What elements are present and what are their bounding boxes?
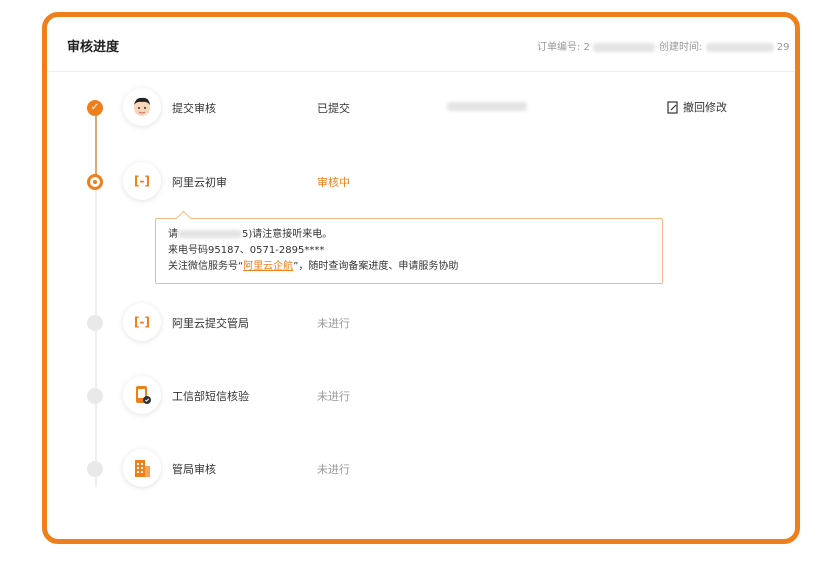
step-status: 审核中 <box>317 176 350 189</box>
notice-line3-suffix: ”，随时查询备案进度、申请服务协助 <box>293 261 459 272</box>
created-time: 创建时间: 29 <box>659 38 789 53</box>
step-status: 未进行 <box>317 390 350 403</box>
wechat-service-link[interactable]: 阿里云企航 <box>243 261 293 272</box>
aliyun-logo-icon: [-] <box>123 303 161 341</box>
step-name: 阿里云初审 <box>172 176 227 189</box>
step-current-icon <box>87 174 103 190</box>
notice-line-3: 关注微信服务号“阿里云企航”，随时查询备案进度、申请服务协助 <box>168 259 650 275</box>
edit-icon <box>667 100 678 114</box>
step-name: 阿里云提交管局 <box>172 317 249 330</box>
created-time-tail: 29 <box>776 42 790 53</box>
sms-verify-icon <box>123 376 161 414</box>
redacted-phone <box>178 230 242 238</box>
redacted-info <box>447 102 527 111</box>
step-done-check-icon: ✓ <box>87 100 103 116</box>
step-submit-review: ✓ 提交审核 已提交 撤回修改 <box>47 88 795 128</box>
step-status: 未进行 <box>317 463 350 476</box>
notice-line-2: 来电号码95187、0571-2895**** <box>168 245 325 256</box>
step-pending-icon <box>87 388 103 404</box>
step-miit-sms-verify: 工信部短信核验 未进行 <box>47 376 795 416</box>
page-title: 审核进度 <box>67 40 120 55</box>
step-pending-icon <box>87 461 103 477</box>
order-number-label: 订单编号: 2 <box>537 42 590 53</box>
created-time-redacted <box>705 42 774 52</box>
step-aliyun-initial-review: [-] 阿里云初审 审核中 <box>47 162 795 202</box>
user-avatar-icon <box>123 88 161 126</box>
step-aliyun-submit-bureau: [-] 阿里云提交管局 未进行 <box>47 303 795 343</box>
panel-header: 审核进度 订单编号: 2 创建时间: 29 <box>47 17 795 72</box>
step-name: 工信部短信核验 <box>172 390 249 403</box>
revoke-edit-button[interactable]: 撤回修改 <box>667 99 727 115</box>
created-time-label: 创建时间: <box>659 42 703 53</box>
notice-line1-tail: 5)请注意接听来电。 <box>242 229 333 240</box>
step-status: 未进行 <box>317 317 350 330</box>
step-pending-icon <box>87 315 103 331</box>
building-icon <box>123 449 161 487</box>
step-bureau-review: 管局审核 未进行 <box>47 449 795 489</box>
step-name: 管局审核 <box>172 463 216 476</box>
aliyun-logo-icon: [-] <box>123 162 161 200</box>
call-notice-box: 请 5)请注意接听来电。 来电号码95187、0571-2895**** 关注微信… <box>155 218 663 284</box>
notice-line3-prefix: 关注微信服务号“ <box>168 261 244 272</box>
notice-line-1: 请 5)请注意接听来电。 <box>168 227 650 243</box>
notice-line1-prefix: 请 <box>168 229 178 240</box>
order-number: 订单编号: 2 <box>537 38 656 53</box>
review-progress-panel: 审核进度 订单编号: 2 创建时间: 29 ✓ 提交审核 已提交 撤回修改 [-… <box>42 12 800 544</box>
step-status: 已提交 <box>317 102 350 115</box>
step-name: 提交审核 <box>172 102 216 115</box>
order-number-redacted <box>593 42 656 52</box>
revoke-edit-label: 撤回修改 <box>683 101 727 114</box>
